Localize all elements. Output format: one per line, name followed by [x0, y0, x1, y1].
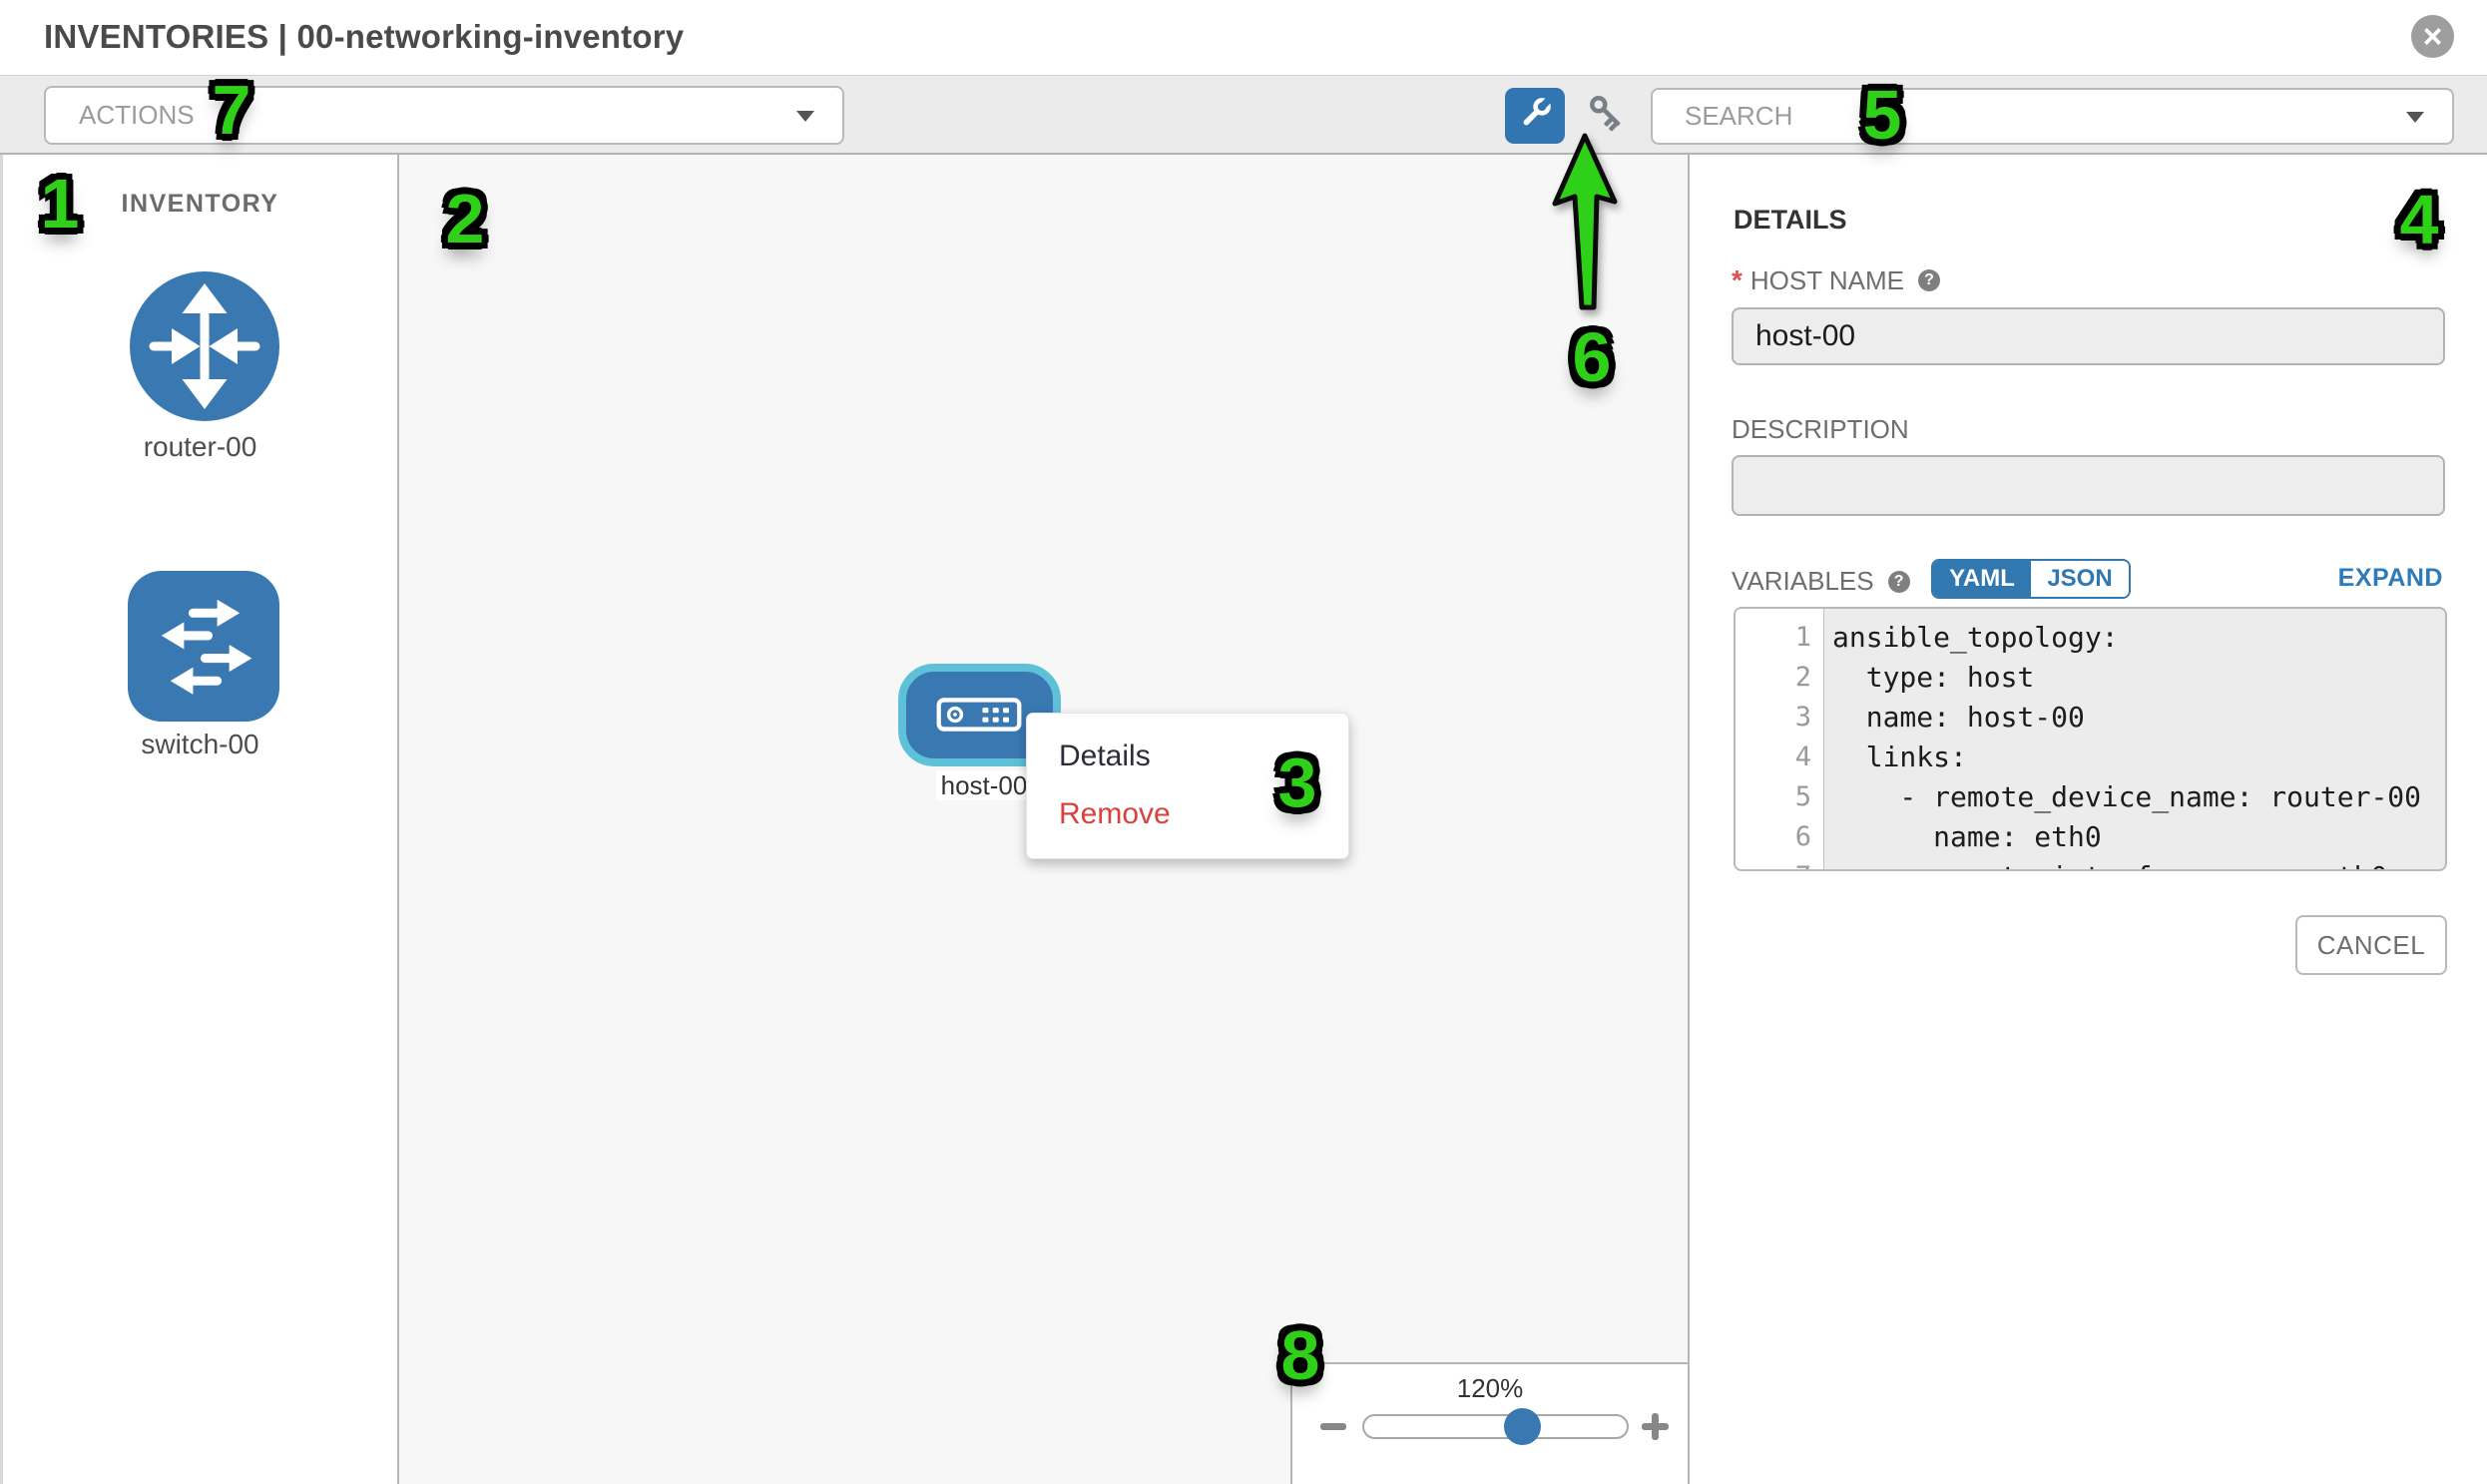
- host-name-label-row: * HOST NAME ?: [1732, 264, 1940, 296]
- variables-format-toggle: YAML JSON: [1931, 559, 2131, 599]
- line-number: 6: [1736, 817, 1823, 857]
- code-line: type: host: [1824, 658, 2445, 698]
- cancel-button[interactable]: CANCEL: [2295, 915, 2447, 975]
- page-title: INVENTORIES | 00-networking-inventory: [44, 18, 684, 56]
- switch-icon: [128, 709, 279, 726]
- toolbar-key-button[interactable]: [1580, 91, 1636, 141]
- sidebar-item-router-00[interactable]: [130, 271, 279, 421]
- host-icon: [936, 697, 1022, 733]
- line-number: 5: [1736, 777, 1823, 817]
- code-line: name: eth0: [1824, 817, 2445, 857]
- editor-code-column: ansible_topology: type: host name: host-…: [1824, 609, 2445, 869]
- chevron-down-icon: [796, 111, 814, 122]
- line-number: 3: [1736, 698, 1823, 738]
- line-number: 4: [1736, 738, 1823, 777]
- zoom-level-value: 120%: [1292, 1373, 1688, 1404]
- zoom-out-button[interactable]: [1320, 1423, 1346, 1430]
- help-icon[interactable]: ?: [1888, 571, 1910, 593]
- variables-label-row: VARIABLES ?: [1732, 566, 1910, 597]
- zoom-in-button[interactable]: [1642, 1413, 1669, 1440]
- switch-node-label: switch-00: [3, 729, 397, 760]
- actions-dropdown-label: ACTIONS: [79, 100, 195, 131]
- toolbar-tools-button[interactable]: [1505, 88, 1565, 144]
- context-menu: Details Remove: [1026, 713, 1349, 859]
- help-icon[interactable]: ?: [1918, 269, 1940, 291]
- description-label-row: DESCRIPTION: [1732, 414, 1909, 445]
- context-menu-item-details[interactable]: Details: [1059, 728, 1348, 785]
- line-number: 2: [1736, 658, 1823, 698]
- close-button[interactable]: ×: [2411, 15, 2454, 58]
- yaml-toggle-button[interactable]: YAML: [1933, 561, 2031, 597]
- code-line: remote_interface_name: eth0: [1824, 857, 2445, 871]
- line-number: 7: [1736, 857, 1823, 871]
- sidebar-item-switch-00[interactable]: [128, 571, 279, 722]
- details-panel: DETAILS * HOST NAME ? DESCRIPTION VARIAB…: [1692, 155, 2487, 1484]
- close-icon: ×: [2423, 20, 2443, 54]
- details-panel-title: DETAILS: [1734, 205, 1847, 236]
- zoom-control: 120%: [1290, 1362, 1690, 1484]
- variables-label: VARIABLES: [1732, 566, 1874, 597]
- search-dropdown[interactable]: SEARCH: [1651, 88, 2454, 145]
- required-asterisk: *: [1732, 264, 1742, 296]
- chevron-down-icon: [2406, 112, 2424, 123]
- wrench-icon: [1515, 94, 1555, 139]
- code-line: - remote_device_name: router-00: [1824, 777, 2445, 817]
- zoom-slider-track[interactable]: [1362, 1414, 1629, 1439]
- description-label: DESCRIPTION: [1732, 414, 1909, 445]
- expand-link[interactable]: EXPAND: [2338, 564, 2443, 593]
- sidebar-title: INVENTORY: [3, 190, 397, 219]
- router-node-label: router-00: [3, 431, 397, 463]
- line-number: 1: [1736, 618, 1823, 658]
- code-line: name: host-00: [1824, 698, 2445, 738]
- host-name-label: HOST NAME: [1750, 265, 1904, 296]
- actions-dropdown[interactable]: ACTIONS: [44, 86, 844, 145]
- inventory-sidebar: INVENTORY router-00: [0, 155, 399, 1484]
- toolbar: ACTIONS: [0, 75, 2487, 155]
- code-line: links:: [1824, 738, 2445, 777]
- description-input[interactable]: [1732, 455, 2445, 516]
- inventory-topology-app: INVENTORIES | 00-networking-inventory × …: [0, 0, 2487, 1484]
- host-name-input[interactable]: [1732, 307, 2445, 365]
- zoom-slider-knob[interactable]: [1504, 1408, 1541, 1445]
- variables-code-editor[interactable]: 1 2 3 4 5 6 7 ansible_topology: type: ho…: [1734, 607, 2447, 871]
- search-placeholder: SEARCH: [1685, 101, 1792, 132]
- context-menu-item-remove[interactable]: Remove: [1059, 785, 1348, 843]
- json-toggle-button[interactable]: JSON: [2031, 561, 2129, 597]
- code-line: ansible_topology:: [1824, 618, 2445, 658]
- editor-line-numbers: 1 2 3 4 5 6 7: [1736, 609, 1824, 869]
- host-node-label: host-00: [936, 770, 1032, 800]
- key-icon: [1583, 91, 1633, 142]
- router-icon: [130, 408, 279, 425]
